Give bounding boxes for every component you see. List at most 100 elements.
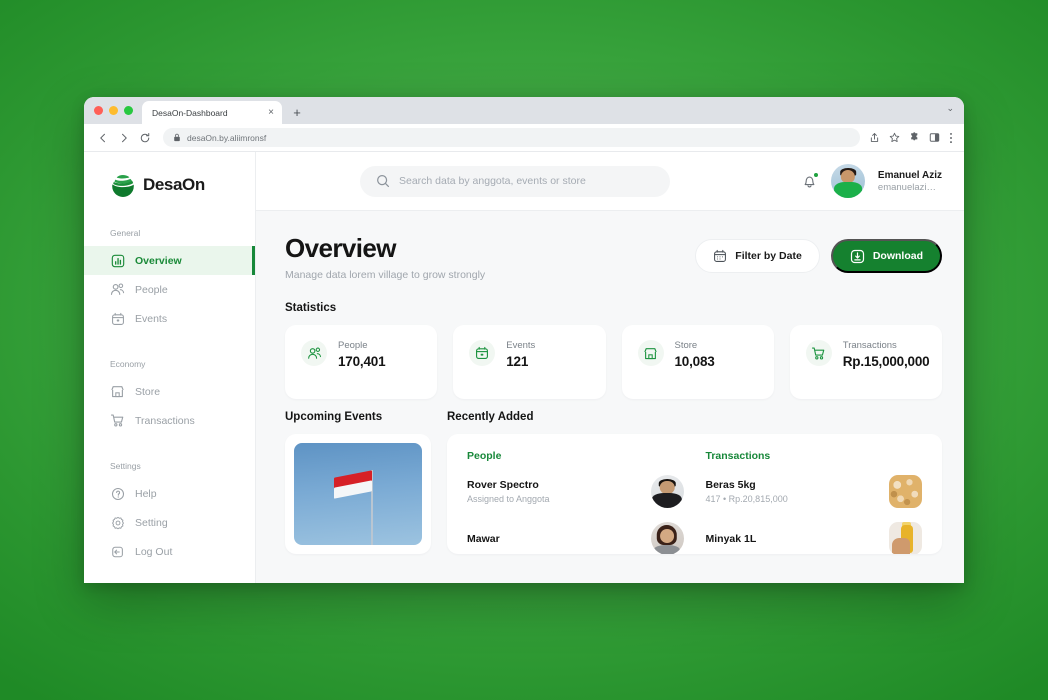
- item-sub: 417 • Rp.20,815,000: [705, 494, 788, 505]
- stat-label: Events: [506, 340, 536, 352]
- address-bar-text: desaOn.by.aliimronsf: [187, 132, 267, 143]
- sidebar-item-people[interactable]: People: [84, 275, 255, 304]
- close-icon[interactable]: ×: [268, 107, 274, 118]
- download-icon: [850, 249, 865, 264]
- stat-value: 121: [506, 354, 529, 370]
- star-icon[interactable]: [889, 132, 900, 143]
- user-name: Emanuel Aziz: [877, 169, 942, 181]
- item-name: Minyak 1L: [705, 532, 757, 545]
- stat-card-events[interactable]: Events 121: [453, 325, 606, 400]
- sidebar-item-label: Setting: [135, 516, 168, 529]
- address-bar[interactable]: desaOn.by.aliimronsf: [163, 128, 860, 147]
- filter-by-date-label: Filter by Date: [735, 250, 802, 262]
- gear-icon: [110, 515, 125, 530]
- list-item[interactable]: Beras 5kg 417 • Rp.20,815,000: [705, 475, 922, 509]
- page-content: Overview Manage data lorem village to gr…: [256, 211, 964, 583]
- cart-icon: [110, 413, 125, 428]
- lock-icon: [173, 133, 181, 142]
- sidebar-item-logout[interactable]: Log Out: [84, 537, 255, 566]
- back-arrow-icon[interactable]: [93, 128, 112, 147]
- kebab-menu-icon[interactable]: [949, 132, 953, 144]
- reload-icon[interactable]: [135, 128, 154, 147]
- recently-added-column-transactions: Transactions Beras 5kg 417 • Rp.20,815,0…: [705, 450, 922, 555]
- calendar-icon: [469, 340, 496, 367]
- page-actions: Filter by Date Download: [695, 235, 942, 273]
- puzzle-icon[interactable]: [909, 132, 920, 143]
- sidebar-item-help[interactable]: Help: [84, 479, 255, 508]
- stat-card-store[interactable]: Store 10,083: [621, 325, 774, 400]
- sidebar-item-label: Log Out: [135, 545, 173, 558]
- stat-value: Rp.15,000,000: [842, 354, 930, 370]
- brand-name: DesaOn: [143, 175, 205, 194]
- sidebar-group-general-label: General: [110, 228, 141, 238]
- search-input[interactable]: Search data by anggota, events or store: [360, 165, 670, 197]
- page-header: Overview Manage data lorem village to gr…: [285, 234, 942, 282]
- stat-card-text: Events 121: [506, 340, 535, 369]
- chevron-down-icon[interactable]: ⌄: [946, 103, 954, 114]
- list-item[interactable]: Rover Spectro Assigned to Anggota: [467, 475, 684, 509]
- browser-toolbar-icons: [869, 132, 955, 144]
- list-item[interactable]: Minyak 1L: [705, 522, 922, 555]
- people-icon: [110, 282, 125, 297]
- topbar-right: Emanuel Aziz emanuelazi…: [801, 164, 942, 198]
- minimize-window-button[interactable]: [109, 106, 118, 115]
- recently-added-title: Recently Added: [447, 411, 534, 424]
- brand-logo[interactable]: DesaOn: [84, 152, 255, 198]
- item-sub: Assigned to Anggota: [467, 494, 550, 505]
- maximize-window-button[interactable]: [124, 106, 133, 115]
- sidebar: DesaOn General Overview People Events Ec…: [84, 152, 256, 583]
- stat-label: People: [338, 340, 368, 352]
- statistics-title: Statistics: [285, 302, 337, 315]
- stat-label: Store: [674, 340, 698, 352]
- item-name: Mawar: [467, 532, 500, 545]
- list-item[interactable]: Mawar: [467, 522, 684, 555]
- indonesian-flag-photo: [294, 443, 422, 546]
- main-area: Search data by anggota, events or store …: [256, 152, 964, 583]
- new-tab-button[interactable]: +: [286, 101, 308, 124]
- stat-value: 170,401: [338, 354, 386, 370]
- user-menu[interactable]: Emanuel Aziz emanuelazi…: [878, 170, 942, 193]
- sidebar-item-events[interactable]: Events: [84, 304, 255, 333]
- stat-card-people[interactable]: People 170,401: [285, 325, 438, 400]
- column-title: People: [467, 450, 502, 463]
- sidebar-item-setting[interactable]: Setting: [84, 508, 255, 537]
- forward-arrow-icon[interactable]: [114, 128, 133, 147]
- desaon-leaf-icon: [110, 172, 136, 198]
- browser-tab-strip: DesaOn-Dashboard × + ⌄: [84, 97, 964, 124]
- logout-icon: [110, 544, 125, 559]
- upcoming-events-section: Upcoming Events: [285, 411, 431, 555]
- notification-badge: [812, 171, 819, 178]
- lower-section: Upcoming Events Recently Added People Ro…: [285, 411, 942, 555]
- store-icon: [637, 340, 664, 367]
- avatar[interactable]: [830, 164, 865, 198]
- page-header-text: Overview Manage data lorem village to gr…: [285, 234, 486, 282]
- upcoming-events-title: Upcoming Events: [285, 411, 383, 424]
- stat-card-text: Transactions Rp.15,000,000: [843, 340, 930, 369]
- page-subtitle: Manage data lorem village to grow strong…: [285, 269, 486, 282]
- browser-tab[interactable]: DesaOn-Dashboard ×: [142, 101, 282, 124]
- side-panel-icon[interactable]: [929, 132, 940, 143]
- share-icon[interactable]: [869, 132, 880, 143]
- download-label: Download: [872, 250, 923, 262]
- sidebar-group-economy-label: Economy: [110, 359, 146, 369]
- bell-icon[interactable]: [801, 171, 819, 190]
- stat-card-transactions[interactable]: Transactions Rp.15,000,000: [789, 325, 942, 400]
- search-icon: [376, 174, 390, 188]
- event-card[interactable]: [285, 434, 431, 555]
- sidebar-item-store[interactable]: Store: [84, 377, 255, 406]
- download-button[interactable]: Download: [830, 239, 942, 273]
- sidebar-item-label: Overview: [135, 254, 182, 267]
- sidebar-item-transactions[interactable]: Transactions: [84, 406, 255, 435]
- close-window-button[interactable]: [94, 106, 103, 115]
- sidebar-item-label: Transactions: [135, 414, 195, 427]
- filter-by-date-button[interactable]: Filter by Date: [695, 239, 820, 273]
- item-name: Beras 5kg: [705, 479, 756, 492]
- rice-photo: [889, 475, 922, 509]
- calendar-icon: [110, 311, 125, 326]
- recently-added-column-people: People Rover Spectro Assigned to Anggota: [467, 450, 684, 555]
- sidebar-item-overview[interactable]: Overview: [84, 246, 255, 275]
- chart-bar-icon: [110, 253, 125, 268]
- browser-window: DesaOn-Dashboard × + ⌄ desaOn.by.aliimro…: [84, 97, 964, 583]
- recently-added-section: Recently Added People Rover Spectro Assi…: [447, 411, 942, 555]
- search-placeholder: Search data by anggota, events or store: [399, 175, 586, 187]
